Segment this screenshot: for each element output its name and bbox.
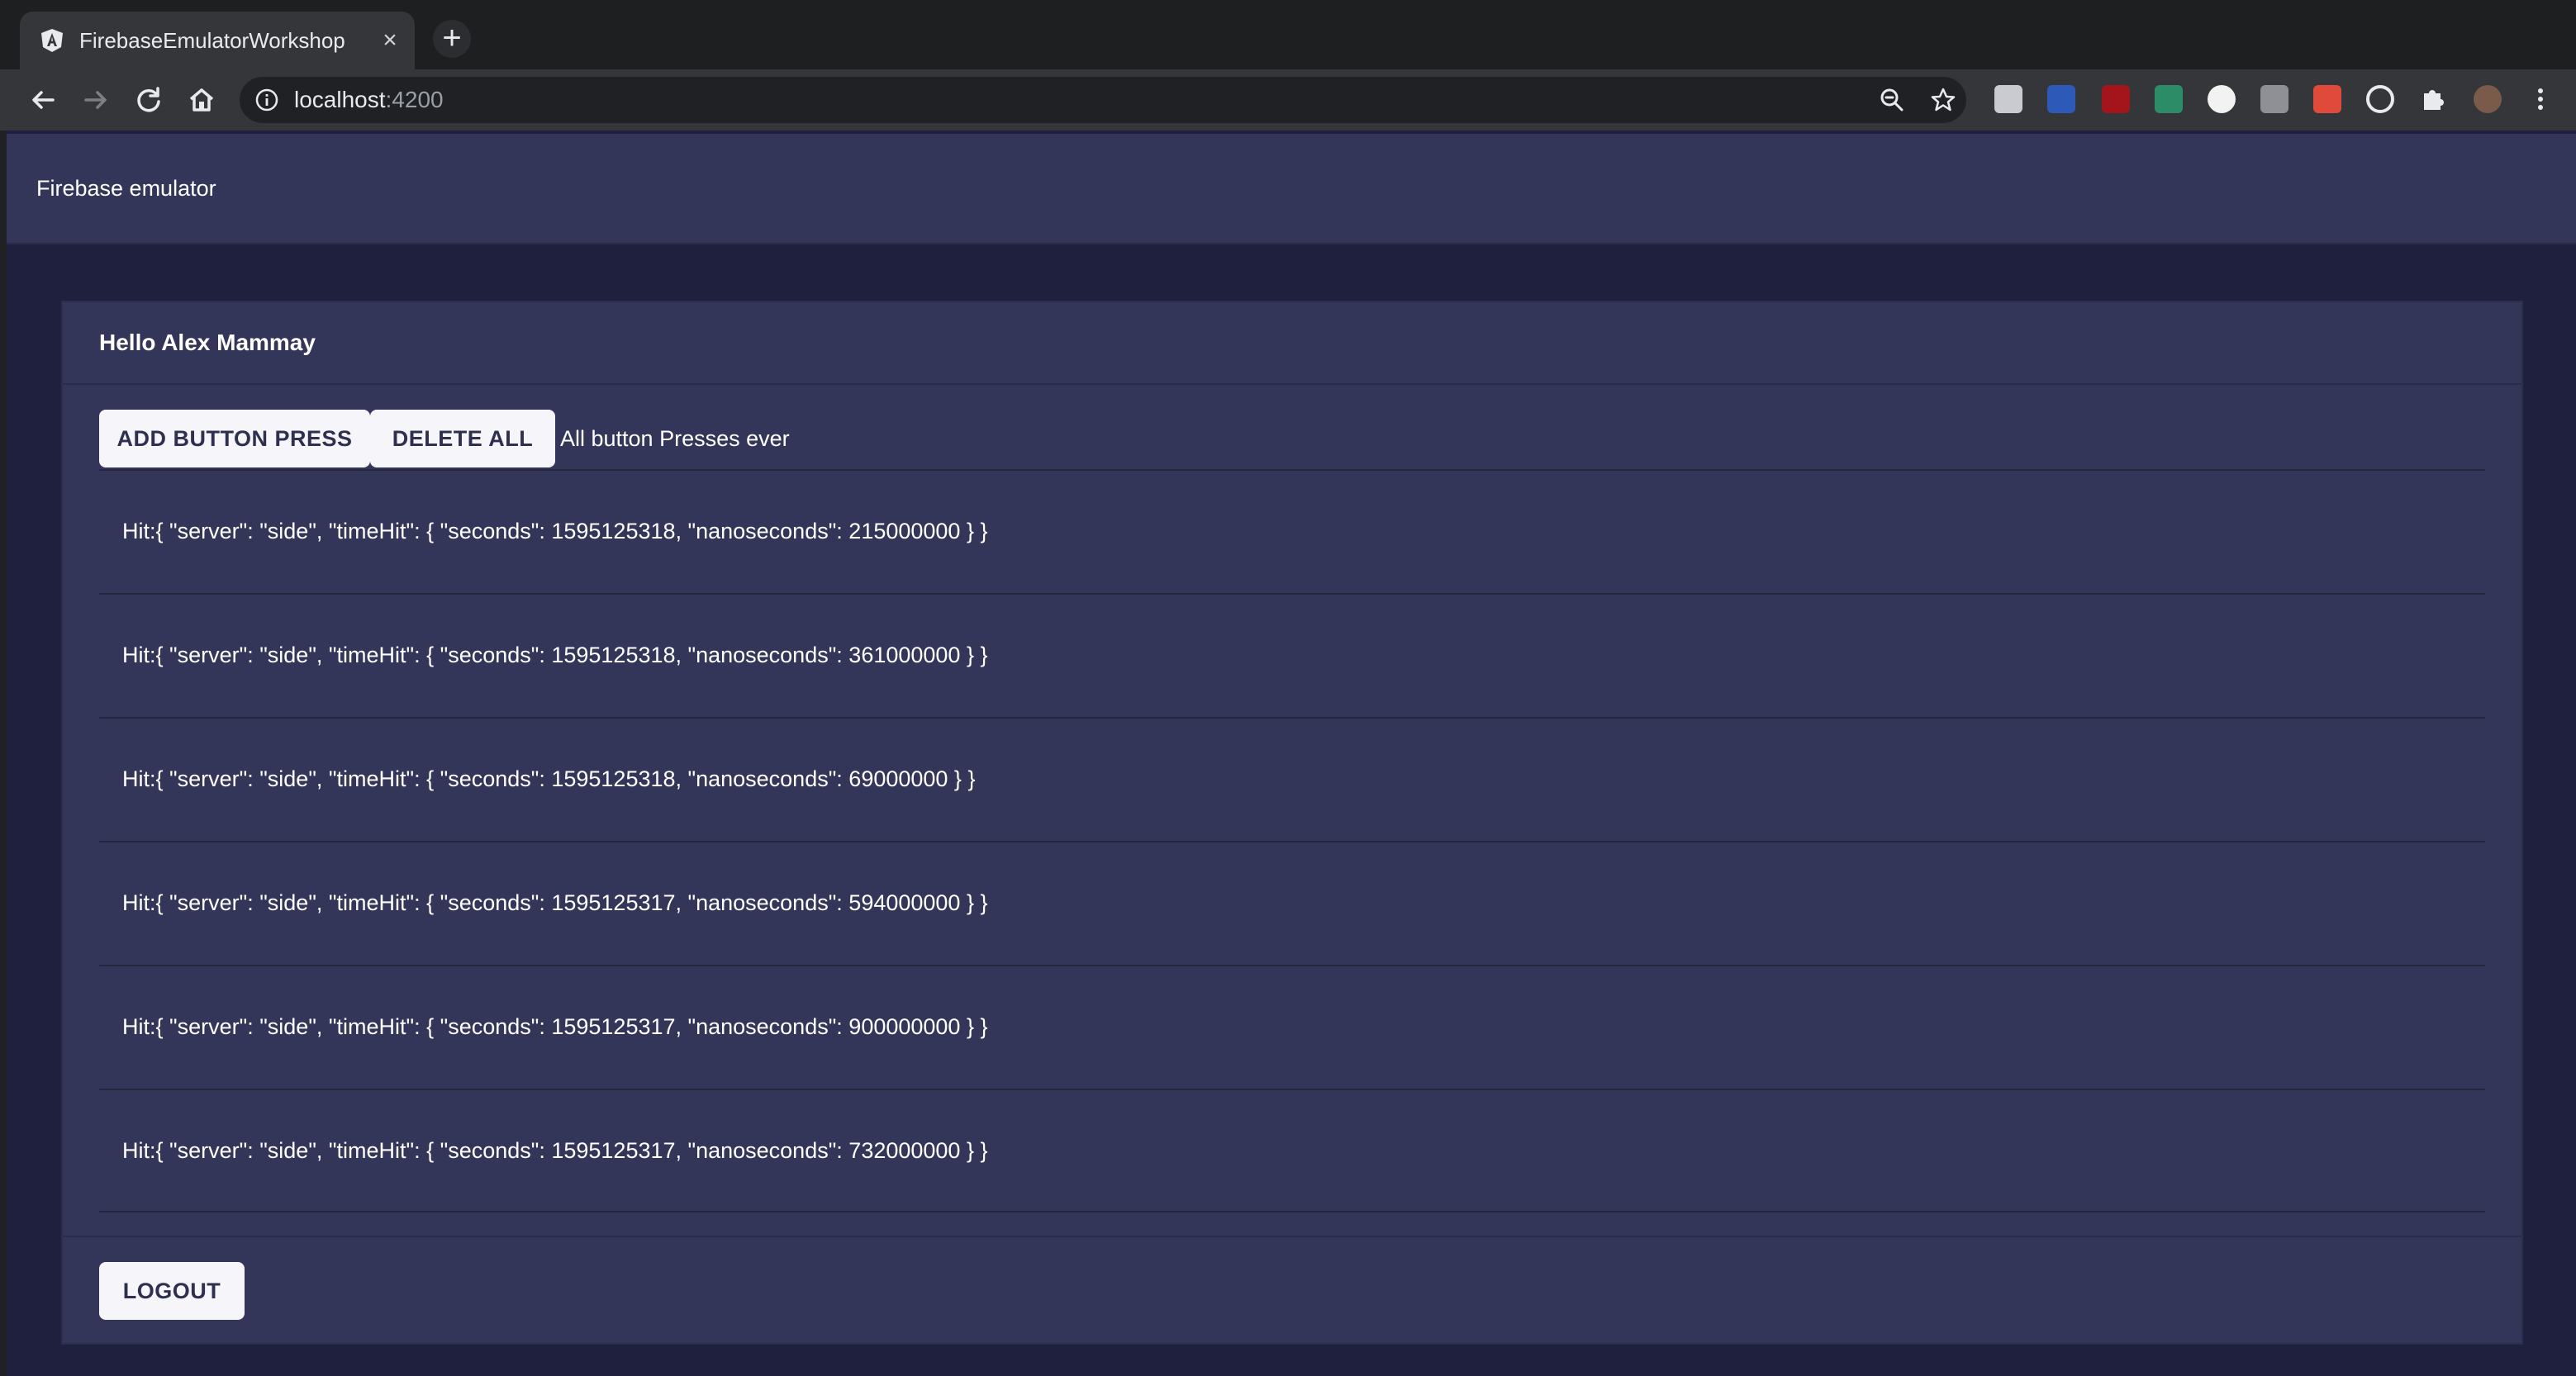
ublock-icon[interactable] <box>2102 85 2130 113</box>
add-button-press-button[interactable]: ADD BUTTON PRESS <box>99 410 370 467</box>
url-text: localhost:4200 <box>294 77 444 123</box>
color-picker-icon[interactable] <box>2208 85 2236 113</box>
info-icon[interactable] <box>254 88 279 112</box>
hit-text: Hit:{ "server": "side", "timeHit": { "se… <box>122 519 988 543</box>
s-extension-icon[interactable] <box>2155 85 2183 113</box>
page-edge <box>0 130 7 1376</box>
home-icon[interactable] <box>185 83 218 116</box>
new-tab-button[interactable]: + <box>433 20 471 58</box>
cube-extension-icon[interactable] <box>2260 85 2288 113</box>
card-header: Hello Alex Mammay <box>63 302 2521 385</box>
search-extension-icon[interactable] <box>2047 85 2075 113</box>
logout-button[interactable]: LOGOUT <box>99 1262 245 1320</box>
hit-text: Hit:{ "server": "side", "timeHit": { "se… <box>122 890 988 915</box>
avatar[interactable] <box>2474 85 2502 113</box>
star-icon[interactable] <box>1930 87 1956 113</box>
hit-text: Hit:{ "server": "side", "timeHit": { "se… <box>122 1138 988 1163</box>
more-menu-icon[interactable] <box>2526 85 2555 113</box>
browser-tabstrip: FirebaseEmulatorWorkshop × + <box>0 0 2576 69</box>
target-extension-icon[interactable] <box>2366 85 2394 113</box>
list-item: Hit:{ "server": "side", "timeHit": { "se… <box>99 841 2485 965</box>
hit-text: Hit:{ "server": "side", "timeHit": { "se… <box>122 643 988 667</box>
list-item: Hit:{ "server": "side", "timeHit": { "se… <box>99 469 2485 593</box>
back-arrow-icon[interactable] <box>26 83 59 116</box>
app-toolbar: Firebase emulator <box>7 134 2576 244</box>
hit-text: Hit:{ "server": "side", "timeHit": { "se… <box>122 766 976 791</box>
list-item: Hit:{ "server": "side", "timeHit": { "se… <box>99 1089 2485 1212</box>
zoom-icon[interactable] <box>1879 87 1905 113</box>
reload-icon[interactable] <box>132 83 165 116</box>
angular-icon <box>41 29 63 52</box>
tab-title: FirebaseEmulatorWorkshop <box>79 28 345 53</box>
greeting-title: Hello Alex Mammay <box>99 330 316 355</box>
list-item: Hit:{ "server": "side", "timeHit": { "se… <box>99 593 2485 717</box>
delete-all-button[interactable]: DELETE ALL <box>370 410 555 467</box>
card-footer: LOGOUT <box>63 1236 2521 1345</box>
list-item: Hit:{ "server": "side", "timeHit": { "se… <box>99 965 2485 1089</box>
address-bar[interactable]: localhost:4200 <box>240 77 1966 123</box>
main-card: Hello Alex Mammay ADD BUTTON PRESS DELET… <box>61 301 2523 1345</box>
puzzle-icon[interactable] <box>2419 85 2447 113</box>
forward-arrow-icon[interactable] <box>79 83 112 116</box>
list-item: Hit:{ "server": "side", "timeHit": { "se… <box>99 717 2485 841</box>
url-host: localhost <box>294 87 386 112</box>
hits-list: Hit:{ "server": "side", "timeHit": { "se… <box>99 469 2485 1212</box>
notes-extension-icon[interactable] <box>2313 85 2341 113</box>
close-icon[interactable]: × <box>378 28 402 53</box>
hit-text: Hit:{ "server": "side", "timeHit": { "se… <box>122 1014 988 1039</box>
presses-list-label: All button Presses ever <box>560 426 790 451</box>
browser-toolbar: localhost:4200 <box>0 69 2576 130</box>
url-port: :4200 <box>385 87 444 112</box>
app-title: Firebase emulator <box>36 176 216 201</box>
css-extension-icon[interactable] <box>1994 85 2022 113</box>
browser-tab[interactable]: FirebaseEmulatorWorkshop × <box>20 12 415 69</box>
